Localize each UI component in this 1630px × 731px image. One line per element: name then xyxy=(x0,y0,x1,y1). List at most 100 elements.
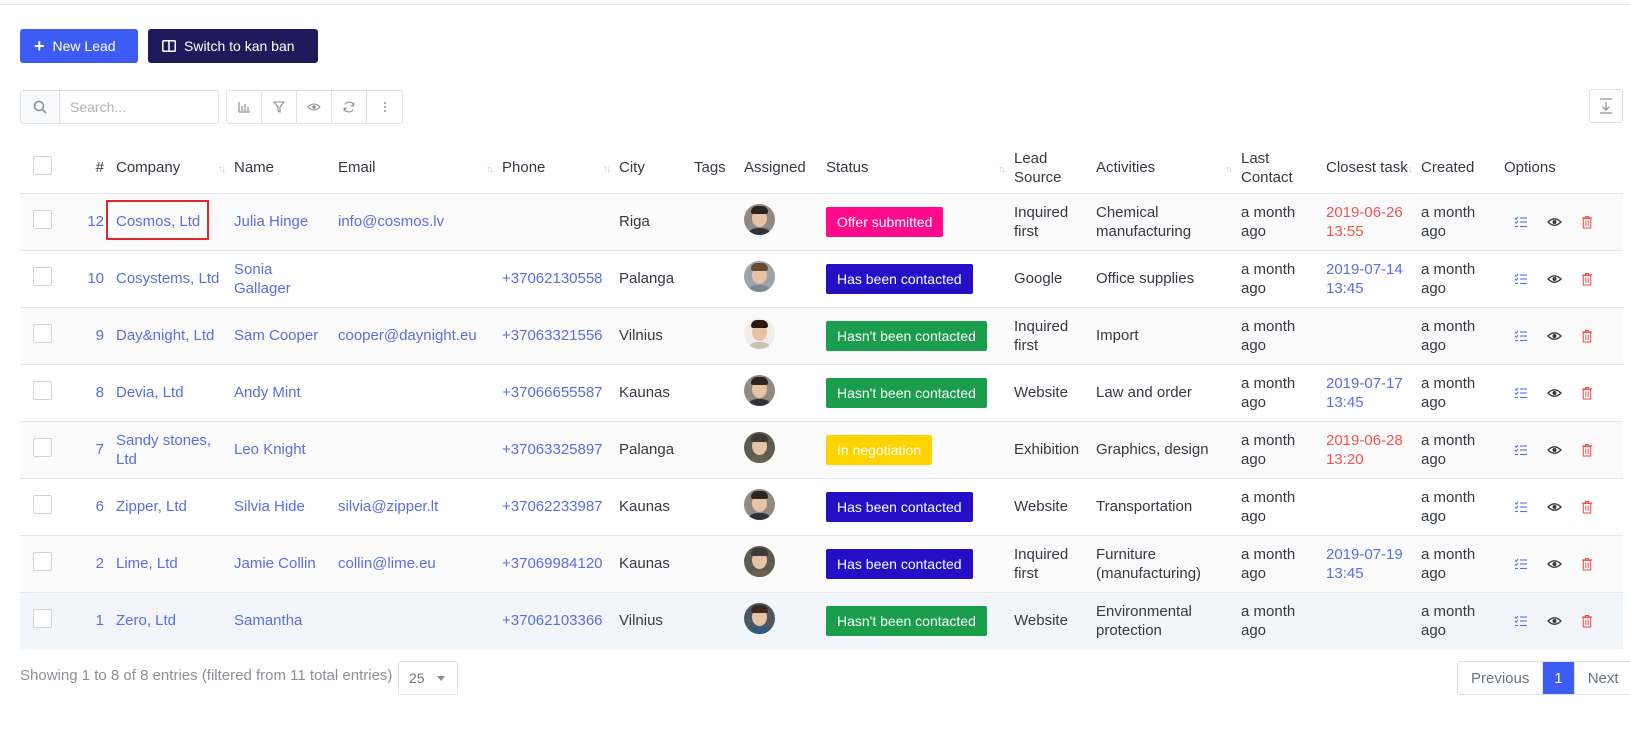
contact-name-link[interactable]: Sonia Gallager xyxy=(234,261,291,297)
task-list-icon[interactable] xyxy=(1514,216,1528,228)
lead-number[interactable]: 12 xyxy=(72,193,112,251)
task-list-icon[interactable] xyxy=(1514,387,1528,399)
company-link[interactable]: Cosmos, Ltd xyxy=(116,213,200,230)
trash-icon[interactable] xyxy=(1581,329,1593,343)
column-header-num[interactable]: # xyxy=(72,143,112,194)
contact-name-link[interactable]: Sam Cooper xyxy=(234,327,318,344)
row-checkbox[interactable] xyxy=(33,437,52,457)
company-link[interactable]: Devia, Ltd xyxy=(116,384,184,401)
previous-page-button[interactable]: Previous xyxy=(1458,662,1544,694)
company-link[interactable]: Lime, Ltd xyxy=(116,555,178,572)
lead-number[interactable]: 2 xyxy=(72,535,112,593)
phone-link[interactable]: +37062233987 xyxy=(502,498,603,515)
company-link[interactable]: Sandy stones, Ltd xyxy=(116,432,211,468)
task-list-icon[interactable] xyxy=(1514,444,1528,456)
closest-task[interactable]: 2019-07-17 13:45 xyxy=(1326,375,1403,411)
column-header-closest-task[interactable]: Closest task ↑↓ xyxy=(1322,143,1417,194)
avatar[interactable] xyxy=(744,545,775,577)
search-input[interactable] xyxy=(60,91,218,123)
select-all-checkbox[interactable] xyxy=(33,155,52,175)
row-checkbox[interactable] xyxy=(33,608,52,628)
contact-name-link[interactable]: Silvia Hide xyxy=(234,498,305,515)
lead-number[interactable]: 9 xyxy=(72,307,112,365)
trash-icon[interactable] xyxy=(1581,386,1593,400)
status-badge[interactable]: Offer submitted xyxy=(826,206,944,237)
view-eye-icon[interactable] xyxy=(1547,445,1562,455)
status-badge[interactable]: Has been contacted xyxy=(826,548,973,579)
view-eye-icon[interactable] xyxy=(1547,331,1562,341)
column-header-phone[interactable]: Phone ↑↓ xyxy=(498,143,615,194)
avatar[interactable] xyxy=(744,317,775,349)
trash-icon[interactable] xyxy=(1581,443,1593,457)
column-header-city[interactable]: City xyxy=(615,143,690,194)
avatar[interactable] xyxy=(744,203,775,235)
lead-number[interactable]: 10 xyxy=(72,250,112,308)
closest-task[interactable]: 2019-07-14 13:45 xyxy=(1326,261,1403,297)
contact-name-link[interactable]: Andy Mint xyxy=(234,384,301,401)
view-eye-icon[interactable] xyxy=(1547,559,1562,569)
view-eye-icon[interactable] xyxy=(1547,217,1562,227)
lead-number[interactable]: 7 xyxy=(72,421,112,479)
status-badge[interactable]: Hasn't been contacted xyxy=(826,377,987,408)
refresh-icon[interactable] xyxy=(332,91,367,123)
status-badge[interactable]: Hasn't been contacted xyxy=(826,605,987,636)
contact-name-link[interactable]: Samantha xyxy=(234,612,302,629)
status-badge[interactable]: Has been contacted xyxy=(826,263,973,294)
export-download-icon[interactable] xyxy=(1589,89,1623,123)
row-checkbox[interactable] xyxy=(33,323,52,343)
closest-task[interactable]: 2019-06-26 13:55 xyxy=(1326,204,1403,240)
table-row[interactable]: 12 Cosmos, Ltd Julia Hinge info@cosmos.lv Ri… xyxy=(20,193,1623,251)
task-list-icon[interactable] xyxy=(1514,330,1528,342)
trash-icon[interactable] xyxy=(1581,500,1593,514)
avatar[interactable] xyxy=(744,431,775,463)
column-header-activities[interactable]: Activities ↑↓ xyxy=(1092,143,1237,194)
next-page-button[interactable]: Next xyxy=(1575,662,1630,694)
more-vertical-icon[interactable] xyxy=(367,91,402,123)
avatar[interactable] xyxy=(744,488,775,520)
avatar[interactable] xyxy=(744,260,775,292)
column-header-name[interactable]: Name xyxy=(230,143,334,194)
phone-link[interactable]: +37069984120 xyxy=(502,555,603,572)
lead-number[interactable]: 6 xyxy=(72,478,112,536)
column-header-lead-source[interactable]: Lead Source xyxy=(1010,143,1092,194)
trash-icon[interactable] xyxy=(1581,215,1593,229)
contact-name-link[interactable]: Jamie Collin xyxy=(234,555,316,572)
avatar[interactable] xyxy=(744,374,775,406)
task-list-icon[interactable] xyxy=(1514,558,1528,570)
lead-number[interactable]: 1 xyxy=(72,592,112,649)
table-row[interactable]: 2 Lime, Ltd Jamie Collin collin@lime.eu +370… xyxy=(20,535,1623,593)
contact-name-link[interactable]: Julia Hinge xyxy=(234,213,308,230)
column-header-company[interactable]: Company ↑↓ xyxy=(112,143,230,194)
table-row[interactable]: 8 Devia, Ltd Andy Mint +37066655587 Kaunas Ha… xyxy=(20,364,1623,422)
email-link[interactable]: silvia@zipper.lt xyxy=(338,498,438,515)
eye-icon[interactable] xyxy=(297,91,332,123)
column-header-status[interactable]: Status ↑↓ xyxy=(822,143,1010,194)
phone-link[interactable]: +37062103366 xyxy=(502,612,603,629)
closest-task[interactable]: 2019-06-28 13:20 xyxy=(1326,432,1403,468)
company-link[interactable]: Zipper, Ltd xyxy=(116,498,187,515)
page-1-button[interactable]: 1 xyxy=(1543,662,1575,694)
task-list-icon[interactable] xyxy=(1514,501,1528,513)
closest-task[interactable]: 2019-07-19 13:45 xyxy=(1326,546,1403,582)
new-lead-button[interactable]: + New Lead xyxy=(20,29,138,63)
row-checkbox[interactable] xyxy=(33,266,52,286)
phone-link[interactable]: +37063321556 xyxy=(502,327,603,344)
column-header-last-contact[interactable]: Last Contact xyxy=(1237,143,1322,194)
table-row[interactable]: 9 Day&night, Ltd Sam Cooper cooper@daynight… xyxy=(20,307,1623,365)
row-checkbox[interactable] xyxy=(33,551,52,571)
lead-number[interactable]: 8 xyxy=(72,364,112,422)
email-link[interactable]: collin@lime.eu xyxy=(338,555,436,572)
status-badge[interactable]: In negotiation xyxy=(826,434,933,465)
task-list-icon[interactable] xyxy=(1514,615,1528,627)
company-link[interactable]: Zero, Ltd xyxy=(116,612,176,629)
contact-name-link[interactable]: Leo Knight xyxy=(234,441,306,458)
email-link[interactable]: cooper@daynight.eu xyxy=(338,327,477,344)
view-eye-icon[interactable] xyxy=(1547,616,1562,626)
row-checkbox[interactable] xyxy=(33,209,52,229)
row-checkbox[interactable] xyxy=(33,494,52,514)
column-header-created[interactable]: Created xyxy=(1417,143,1500,194)
table-row[interactable]: 1 Zero, Ltd Samantha +37062103366 Vilnius Has… xyxy=(20,592,1623,649)
phone-link[interactable]: +37063325897 xyxy=(502,441,603,458)
table-row[interactable]: 10 Cosystems, Ltd Sonia Gallager +370621305… xyxy=(20,250,1623,308)
page-length-select[interactable]: 25 xyxy=(398,661,458,695)
